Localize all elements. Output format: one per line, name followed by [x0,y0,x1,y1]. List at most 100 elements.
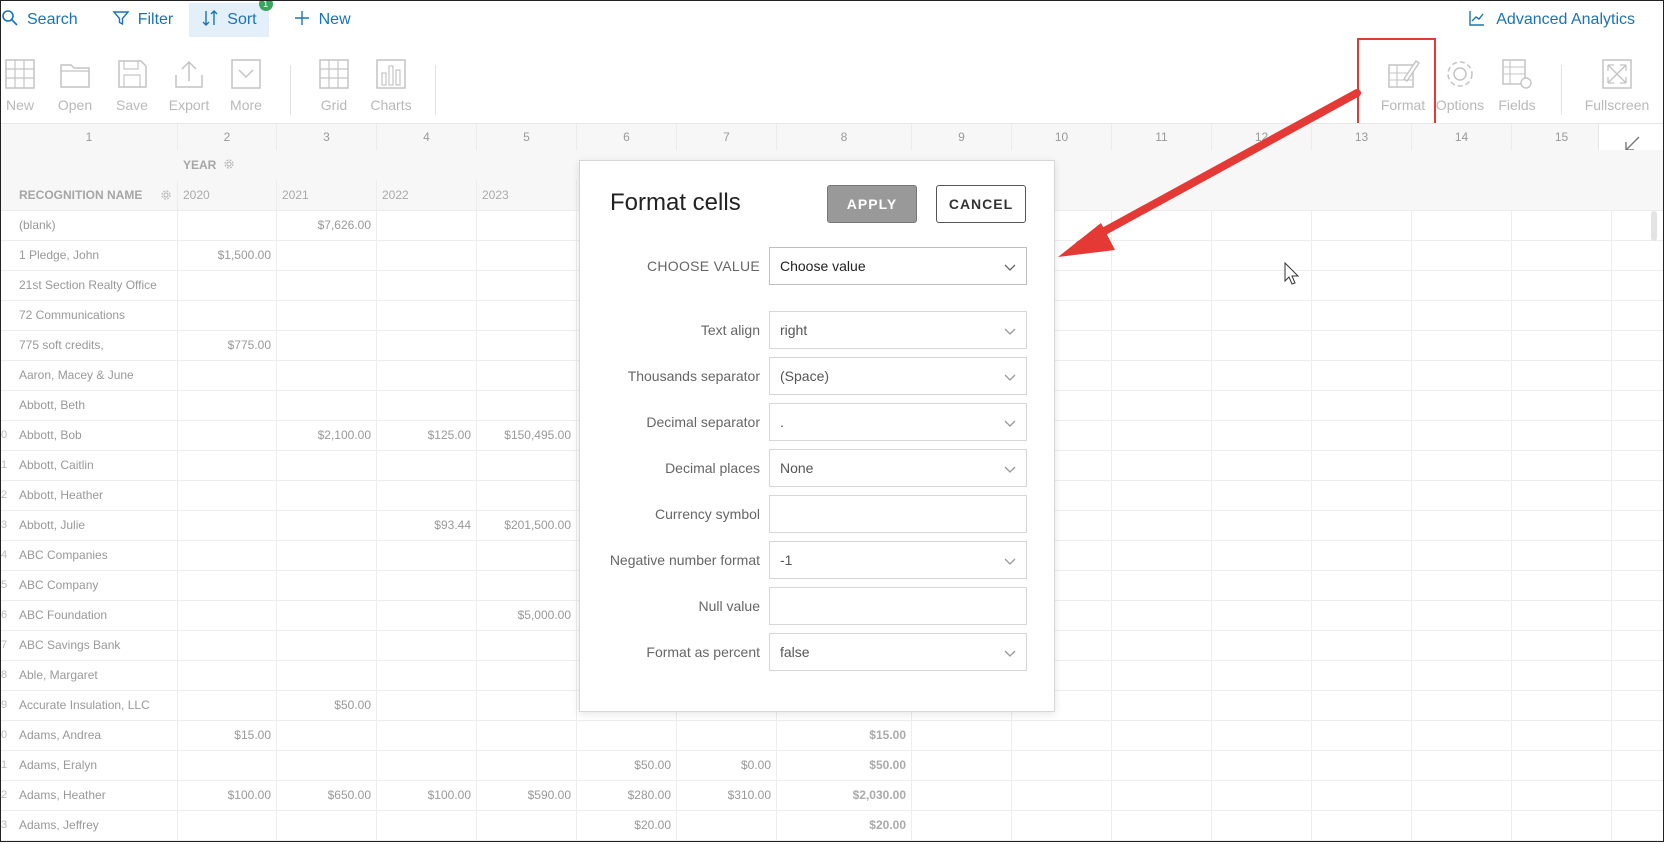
value-cell[interactable] [677,810,777,840]
toolbar-more[interactable]: More [217,57,275,113]
value-cell[interactable] [477,630,577,660]
empty-cell[interactable] [1312,570,1412,600]
row-name-cell[interactable]: Abbott, Julie [1,510,178,540]
value-cell[interactable] [377,450,477,480]
empty-cell[interactable] [1512,300,1612,330]
empty-cell[interactable] [1612,570,1663,600]
empty-cell[interactable] [1112,270,1212,300]
empty-cell[interactable] [1512,330,1612,360]
value-cell[interactable] [477,570,577,600]
toolbar-options[interactable]: Options [1431,57,1489,113]
empty-cell[interactable] [1312,480,1412,510]
empty-cell[interactable] [1512,720,1612,750]
value-cell[interactable] [477,660,577,690]
row-name-cell[interactable]: 775 soft credits, [1,330,178,360]
empty-cell[interactable] [1512,360,1612,390]
format-field-select[interactable]: right [769,311,1027,349]
empty-cell[interactable] [1312,210,1412,240]
empty-cell[interactable] [1512,750,1612,780]
empty-cell[interactable] [1212,420,1312,450]
format-field-select[interactable]: false [769,633,1027,671]
empty-cell[interactable] [1412,750,1512,780]
year-2020-header[interactable]: 2020 [178,180,277,210]
value-cell[interactable] [377,810,477,840]
value-cell[interactable]: $775.00 [178,330,277,360]
empty-cell[interactable] [1612,480,1663,510]
empty-cell[interactable] [1212,480,1312,510]
new-button[interactable]: New [281,3,363,37]
row-name-cell[interactable]: Adams, Andrea [1,720,178,750]
empty-cell[interactable] [1512,210,1612,240]
value-cell[interactable] [477,450,577,480]
empty-cell[interactable] [1412,570,1512,600]
empty-cell[interactable] [1512,270,1612,300]
empty-cell[interactable] [1512,630,1612,660]
empty-cell[interactable] [1512,390,1612,420]
vertical-scrollbar[interactable] [1651,211,1657,241]
value-cell[interactable] [277,330,377,360]
value-cell[interactable] [377,750,477,780]
value-cell[interactable]: $100.00 [377,780,477,810]
row-name-cell[interactable]: ABC Savings Bank [1,630,178,660]
empty-cell[interactable] [1312,630,1412,660]
empty-cell[interactable] [1512,540,1612,570]
toolbar-save[interactable]: Save [103,57,161,113]
empty-cell[interactable] [1212,690,1312,720]
empty-cell[interactable] [1612,420,1663,450]
value-cell[interactable] [477,690,577,720]
empty-cell[interactable] [1312,810,1412,840]
row-name-cell[interactable]: Adams, Jeffrey [1,810,178,840]
empty-cell[interactable] [1612,270,1663,300]
value-cell[interactable]: $50.00 [777,750,912,780]
advanced-analytics-link[interactable]: Advanced Analytics [1468,1,1635,39]
row-name-cell[interactable]: (blank) [1,210,178,240]
value-cell[interactable] [377,270,477,300]
value-cell[interactable] [277,270,377,300]
row-name-cell[interactable]: 1 Pledge, John [1,240,178,270]
empty-cell[interactable] [1612,450,1663,480]
value-cell[interactable] [277,240,377,270]
value-cell[interactable] [477,300,577,330]
empty-cell[interactable] [1612,540,1663,570]
value-cell[interactable] [178,660,277,690]
value-cell[interactable] [277,720,377,750]
empty-cell[interactable] [912,780,1012,810]
empty-cell[interactable] [1112,810,1212,840]
value-cell[interactable]: $20.00 [777,810,912,840]
value-cell[interactable] [277,300,377,330]
value-cell[interactable] [477,480,577,510]
value-cell[interactable] [377,660,477,690]
empty-cell[interactable] [1412,300,1512,330]
empty-cell[interactable] [1112,660,1212,690]
empty-cell[interactable] [1312,360,1412,390]
empty-cell[interactable] [1112,690,1212,720]
empty-cell[interactable] [912,720,1012,750]
format-field-select[interactable]: . [769,403,1027,441]
empty-cell[interactable] [1612,360,1663,390]
empty-cell[interactable] [1212,450,1312,480]
empty-cell[interactable] [1612,240,1663,270]
empty-cell[interactable] [1112,390,1212,420]
value-cell[interactable]: $2,030.00 [777,780,912,810]
empty-cell[interactable] [1512,570,1612,600]
row-name-cell[interactable]: Abbott, Heather [1,480,178,510]
row-name-cell[interactable]: ABC Foundation [1,600,178,630]
value-cell[interactable] [477,720,577,750]
value-cell[interactable] [477,540,577,570]
empty-cell[interactable] [1412,480,1512,510]
empty-cell[interactable] [1612,720,1663,750]
value-cell[interactable]: $650.00 [277,780,377,810]
empty-cell[interactable] [1512,240,1612,270]
row-name-cell[interactable]: ABC Company [1,570,178,600]
value-cell[interactable] [178,690,277,720]
row-name-cell[interactable]: Able, Margaret [1,660,178,690]
toolbar-fullscreen[interactable]: Fullscreen [1584,57,1650,113]
empty-cell[interactable] [1212,330,1312,360]
value-cell[interactable] [377,570,477,600]
value-cell[interactable] [277,450,377,480]
year-2023-header[interactable]: 2023 [477,180,577,210]
value-cell[interactable]: $310.00 [677,780,777,810]
empty-cell[interactable] [1112,570,1212,600]
value-cell[interactable] [178,480,277,510]
empty-cell[interactable] [1312,390,1412,420]
